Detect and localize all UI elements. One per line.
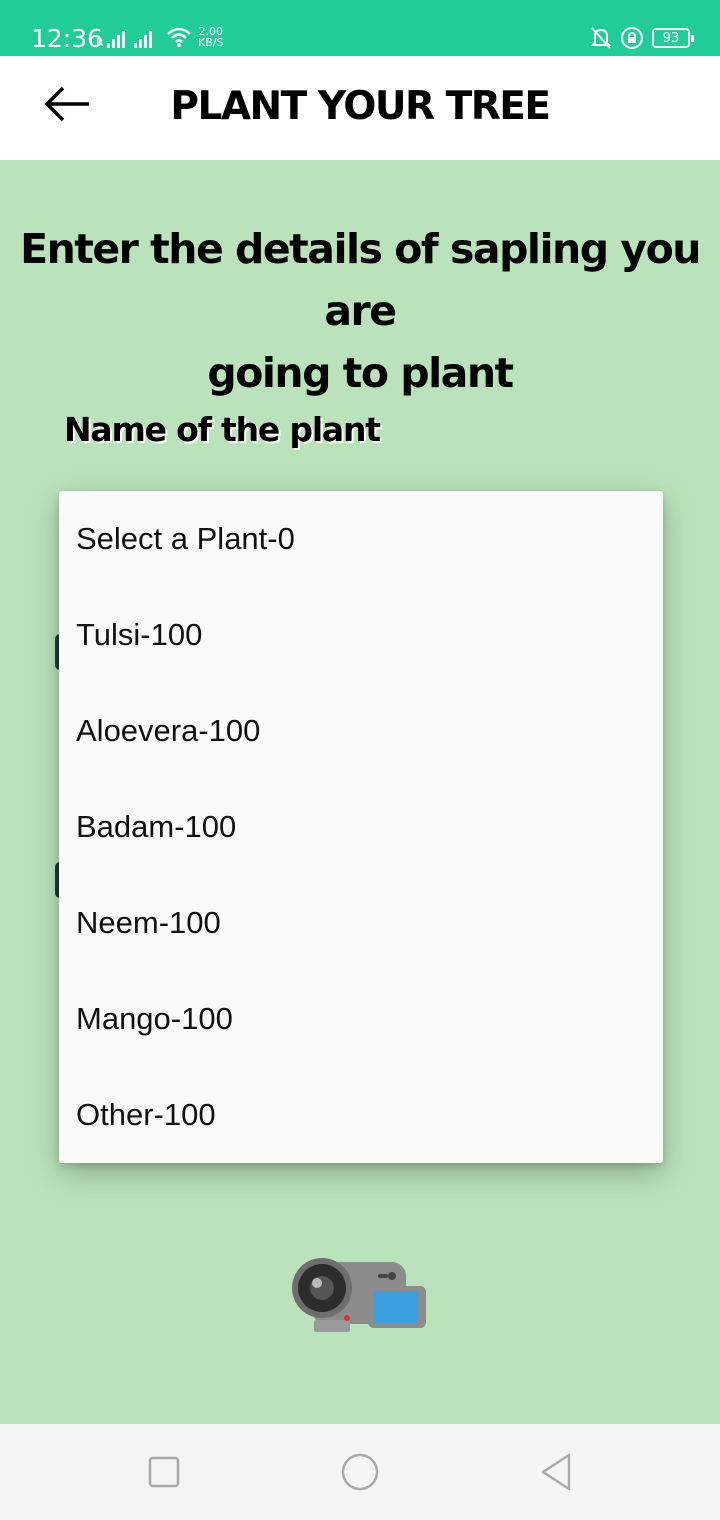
app-toolbar: PLANT YOUR TREE (0, 56, 720, 160)
page-title: PLANT YOUR TREE (170, 84, 551, 129)
dropdown-option[interactable]: Other-100 (59, 1067, 663, 1163)
dropdown-option[interactable]: Select a Plant-0 (59, 491, 663, 587)
mute-bell-icon (590, 27, 612, 49)
dropdown-option[interactable]: Mango-100 (59, 971, 663, 1067)
plant-name-label: Name of the plant (64, 410, 381, 449)
status-time: 12:36 (31, 24, 104, 53)
recents-button[interactable] (144, 1452, 184, 1492)
back-nav-button[interactable] (536, 1452, 576, 1492)
back-triangle-icon (541, 1453, 571, 1491)
plant-dropdown-menu: Select a Plant-0 Tulsi-100 Aloevera-100 … (59, 491, 663, 1163)
battery-level: 93 (662, 30, 680, 46)
dropdown-option[interactable]: Neem-100 (59, 875, 663, 971)
home-circle-icon (341, 1453, 379, 1491)
status-bar: 12:36 R 2.00 KB/S 93 (0, 0, 720, 56)
network-speed: 2.00 KB/S (198, 25, 224, 49)
system-nav-bar (0, 1424, 720, 1520)
battery-icon: 93 (652, 28, 694, 48)
form-heading: Enter the details of sapling you are goi… (20, 225, 701, 397)
dropdown-option[interactable]: Tulsi-100 (59, 587, 663, 683)
dropdown-option[interactable]: Aloevera-100 (59, 683, 663, 779)
dropdown-option[interactable]: Badam-100 (59, 779, 663, 875)
recents-square-icon (148, 1456, 180, 1488)
svg-text:R: R (96, 36, 104, 48)
video-camera-icon[interactable] (290, 1256, 430, 1338)
home-button[interactable] (340, 1452, 380, 1492)
wifi-icon (167, 27, 191, 47)
status-right-icons: 93 (590, 26, 694, 50)
rotation-lock-icon (621, 27, 643, 49)
